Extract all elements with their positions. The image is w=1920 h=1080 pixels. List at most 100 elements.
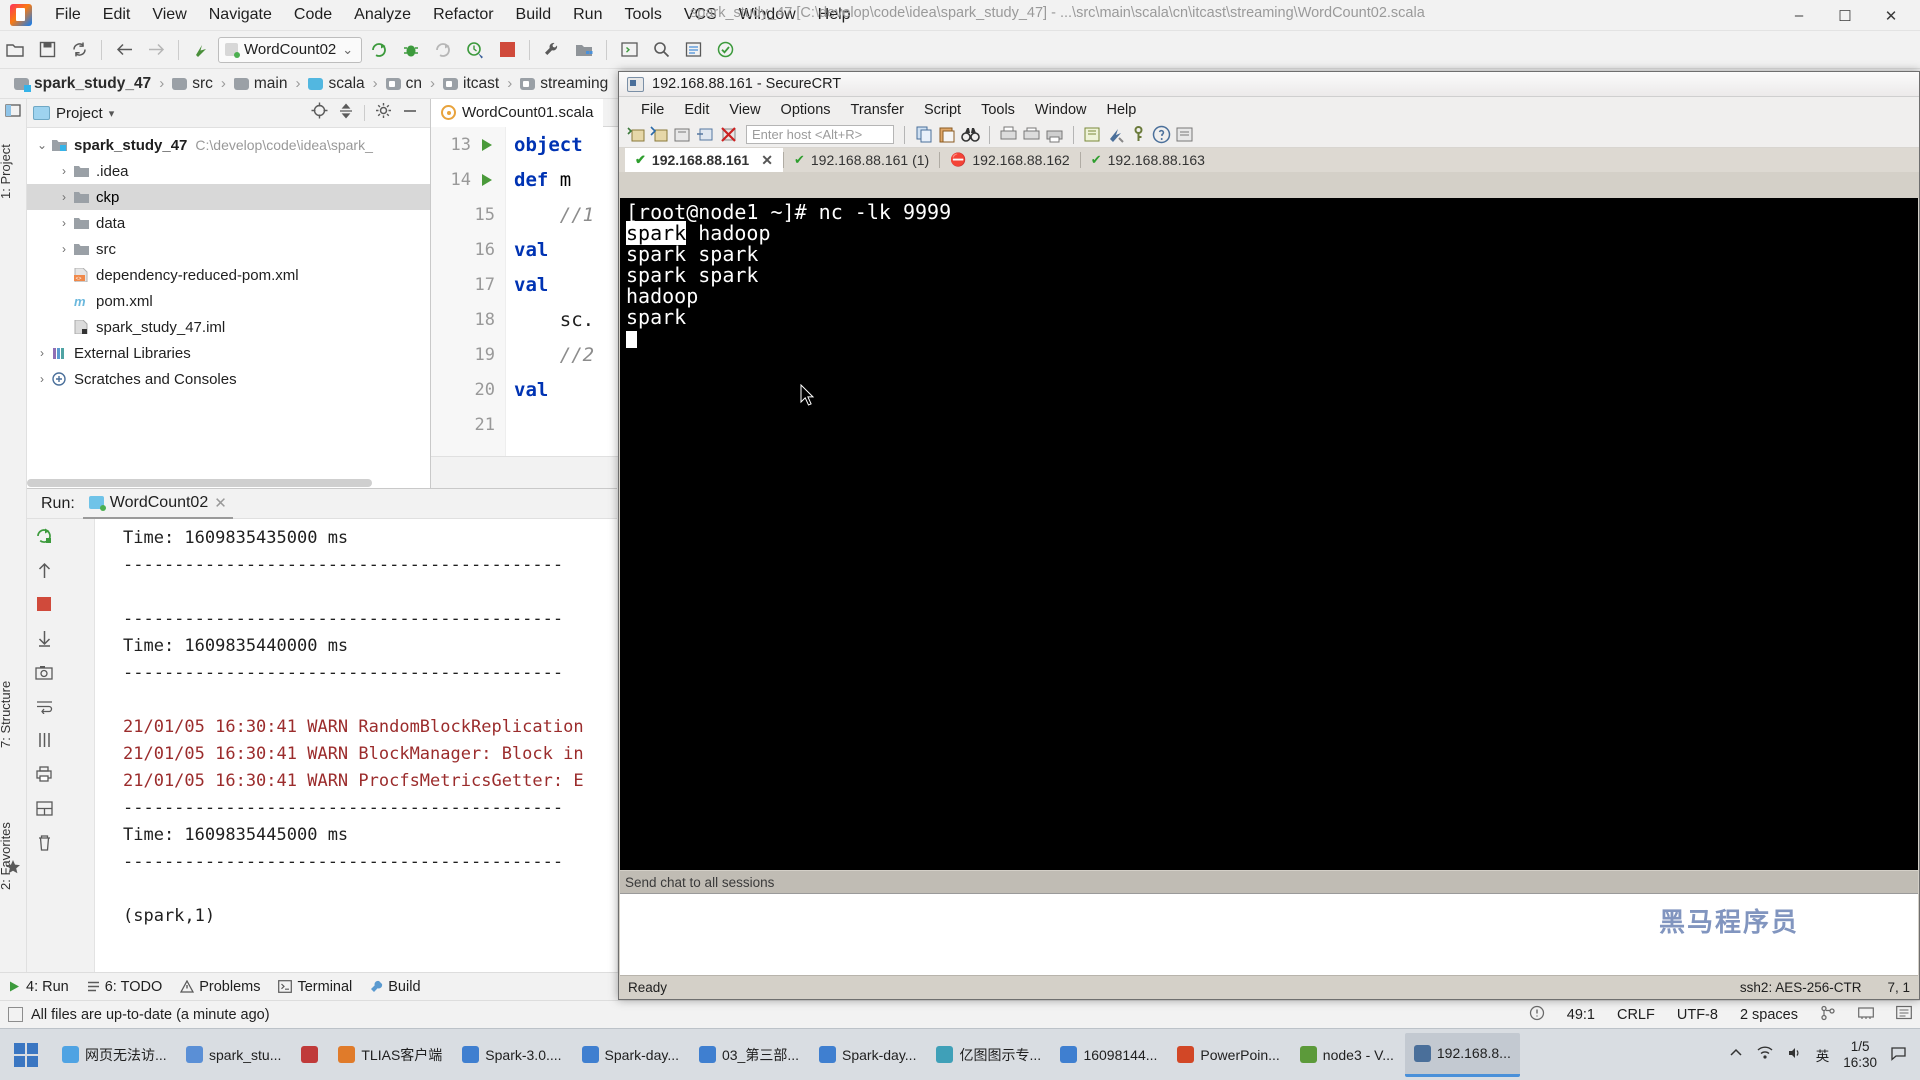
bottom-tab-terminal[interactable]: Terminal [278, 979, 352, 995]
inspections-icon[interactable] [1529, 1005, 1545, 1025]
project-structure-icon[interactable] [569, 35, 599, 65]
chevron-down-icon[interactable]: ⌄ [342, 42, 353, 58]
rail-label-favorites[interactable]: 2: Favorites [0, 799, 25, 914]
editor-tab-wordcount01[interactable]: WordCount01.scala [431, 99, 603, 127]
menu-build[interactable]: Build [505, 1, 563, 29]
bottom-tab-run[interactable]: 4: Run [8, 979, 69, 995]
tree-node-scratches-and-consoles[interactable]: ›Scratches and Consoles [27, 366, 430, 392]
breadcrumb-item-streaming[interactable]: streaming [516, 75, 612, 93]
run-tab-wordcount02[interactable]: WordCount02 ✕ [83, 489, 233, 519]
crt-menu-tools[interactable]: Tools [971, 100, 1025, 120]
tree-node-data[interactable]: ›data [27, 210, 430, 236]
stop-icon[interactable] [27, 587, 61, 621]
settings-wrench-icon[interactable] [537, 35, 567, 65]
session-tab-1[interactable]: ✔192.168.88.161 (1) [784, 148, 939, 172]
host-input[interactable]: Enter host <Alt+R> [746, 125, 894, 144]
taskbar-item-10[interactable]: PowerPoin... [1168, 1033, 1288, 1077]
log-session-icon[interactable] [1022, 125, 1041, 144]
taskbar-item-11[interactable]: node3 - V... [1291, 1033, 1403, 1077]
taskbar-item-12[interactable]: 192.168.8... [1405, 1033, 1520, 1077]
database-icon[interactable] [678, 35, 708, 65]
tree-node-ckp[interactable]: ›ckp [27, 184, 430, 210]
tray-language-indicator[interactable]: 英 [1816, 1045, 1830, 1065]
search-everywhere-icon[interactable] [646, 35, 676, 65]
session-tab-2[interactable]: ⛔192.168.88.162 [940, 148, 1080, 172]
menu-code[interactable]: Code [283, 1, 343, 29]
crt-menu-window[interactable]: Window [1025, 100, 1097, 120]
breadcrumb-item-main[interactable]: main [230, 75, 292, 93]
sync-icon[interactable] [64, 35, 94, 65]
thread-dump-icon[interactable] [27, 723, 61, 757]
breadcrumb-item-itcast[interactable]: itcast [439, 75, 503, 93]
run-coverage-icon[interactable] [428, 35, 458, 65]
memory-icon[interactable] [1858, 1006, 1874, 1024]
forward-arrow-icon[interactable] [141, 35, 171, 65]
vcs-branch-icon[interactable] [1820, 1005, 1836, 1025]
scroll-up-icon[interactable] [27, 553, 61, 587]
paste-icon[interactable] [938, 125, 957, 144]
save-all-icon[interactable] [32, 35, 62, 65]
hide-panel-icon[interactable] [402, 103, 418, 124]
chevron-right-icon[interactable]: › [33, 372, 51, 386]
debug-button-icon[interactable] [396, 35, 426, 65]
breadcrumb-item-scala[interactable]: scala [304, 75, 368, 93]
crt-menu-options[interactable]: Options [771, 100, 841, 120]
run-gutter-icon[interactable] [479, 137, 495, 153]
profile-icon[interactable] [460, 35, 490, 65]
menu-run[interactable]: Run [562, 1, 613, 29]
chat-bar[interactable]: Send chat to all sessions [620, 871, 1918, 893]
gear-icon[interactable] [375, 102, 392, 124]
help-icon[interactable] [1152, 125, 1171, 144]
run-button-icon[interactable] [364, 35, 394, 65]
close-button[interactable]: ✕ [1868, 0, 1914, 31]
taskbar-item-9[interactable]: 16098144... [1051, 1033, 1166, 1077]
tree-node-spark-study-47-iml[interactable]: spark_study_47.iml [27, 314, 430, 340]
tree-node-pom-xml[interactable]: mpom.xml [27, 288, 430, 314]
crt-menu-file[interactable]: File [631, 100, 674, 120]
crt-menu-view[interactable]: View [719, 100, 770, 120]
crt-menu-edit[interactable]: Edit [674, 100, 719, 120]
back-arrow-icon[interactable] [109, 35, 139, 65]
menu-refactor[interactable]: Refactor [422, 1, 504, 29]
chevron-right-icon[interactable]: › [55, 164, 73, 178]
menu-tools[interactable]: Tools [613, 1, 672, 29]
crt-menu-script[interactable]: Script [914, 100, 971, 120]
tray-up-arrow-icon[interactable] [1729, 1046, 1743, 1063]
taskbar-item-5[interactable]: Spark-day... [573, 1033, 688, 1077]
clone-session-icon[interactable] [673, 125, 692, 144]
close-icon[interactable]: ✕ [214, 494, 227, 512]
run-console-output[interactable]: Time: 1609835435000 ms------------------… [95, 519, 617, 1028]
taskbar-item-3[interactable]: TLIAS客户端 [329, 1033, 451, 1077]
session-tab-3[interactable]: ✔192.168.88.163 [1081, 148, 1215, 172]
favorites-star-icon[interactable] [5, 859, 23, 877]
tree-node--idea[interactable]: ›.idea [27, 158, 430, 184]
session-tab-0[interactable]: ✔192.168.88.161✕ [625, 148, 783, 172]
bottom-tab-problems[interactable]: Problems [180, 979, 260, 995]
menu-file[interactable]: File [44, 1, 92, 29]
rail-label-project[interactable]: 1: Project [0, 127, 25, 217]
rail-label-structure[interactable]: 7: Structure [0, 659, 25, 769]
find-binoculars-icon[interactable] [961, 125, 980, 144]
tree-node-external-libraries[interactable]: ›External Libraries [27, 340, 430, 366]
trash-icon[interactable] [27, 825, 61, 859]
line-separator[interactable]: CRLF [1617, 1007, 1655, 1023]
project-rail-icon[interactable] [5, 103, 23, 121]
print-screen-icon[interactable] [999, 125, 1018, 144]
locate-icon[interactable] [311, 102, 328, 124]
print-icon[interactable] [1045, 125, 1064, 144]
caret-position[interactable]: 49:1 [1567, 1007, 1595, 1023]
crt-menu-transfer[interactable]: Transfer [841, 100, 914, 120]
chevron-down-icon[interactable]: ⌄ [33, 138, 51, 152]
scroll-down-icon[interactable] [27, 621, 61, 655]
notification-icon[interactable] [1891, 1046, 1906, 1064]
run-configuration-selector[interactable]: WordCount02 ⌄ [218, 37, 362, 63]
bottom-tab-todo[interactable]: 6: TODO [87, 979, 162, 995]
new-session-icon[interactable] [627, 125, 646, 144]
maximize-button[interactable]: ☐ [1822, 0, 1868, 31]
taskbar-item-8[interactable]: 亿图图示专... [927, 1033, 1049, 1077]
file-encoding[interactable]: UTF-8 [1677, 1007, 1718, 1023]
chevron-right-icon[interactable]: › [55, 216, 73, 230]
taskbar-item-7[interactable]: Spark-day... [810, 1033, 925, 1077]
taskbar-clock[interactable]: 1/5 16:30 [1843, 1039, 1877, 1070]
chevron-right-icon[interactable]: › [55, 190, 73, 204]
